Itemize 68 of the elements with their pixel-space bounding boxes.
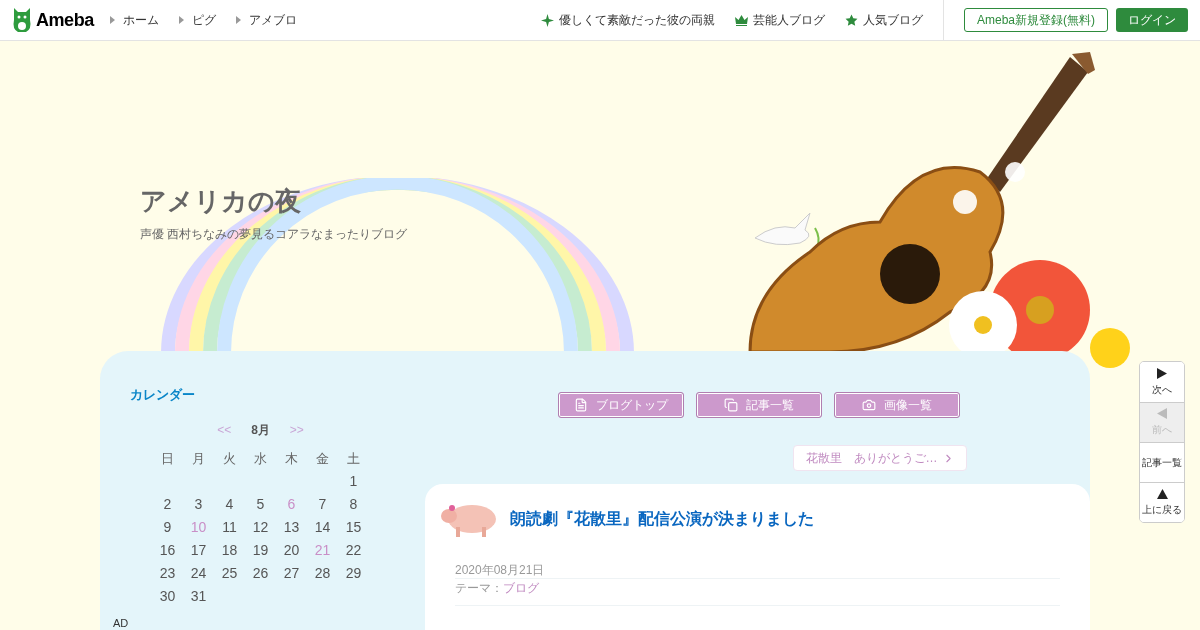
calendar-day: 5	[245, 492, 276, 516]
calendar-day: 18	[214, 538, 245, 562]
document-icon	[574, 398, 588, 412]
caret-icon	[109, 16, 115, 24]
breadcrumb-link[interactable]: ホーム	[122, 11, 159, 29]
calendar-day: 26	[245, 561, 276, 585]
calendar-day: 2	[152, 492, 183, 516]
next-entry-link[interactable]: 花散里 ありがとうご…	[793, 445, 967, 471]
caret-icon	[178, 16, 184, 24]
calendar-day: 17	[183, 538, 214, 562]
calendar-day: 15	[338, 515, 369, 539]
sparkle-icon	[541, 13, 554, 27]
header-link[interactable]: 人気ブログ	[845, 11, 923, 29]
weekday-label: 月	[191, 449, 206, 468]
calendar-day: 22	[338, 538, 369, 562]
breadcrumb-link[interactable]: ピグ	[191, 11, 216, 29]
calendar-day: 7	[307, 492, 338, 516]
calendar-day: 24	[183, 561, 214, 585]
logo-text[interactable]: Ameba	[36, 6, 94, 34]
calendar-day: 16	[152, 538, 183, 562]
weekday-label: 日	[160, 449, 175, 468]
calendar-day: 11	[214, 515, 245, 539]
calendar-day: 4	[214, 492, 245, 516]
article-date: 2020年08月21日	[455, 563, 1060, 579]
calendar-day: 29	[338, 561, 369, 585]
weekday-label: 木	[284, 449, 299, 468]
calendar-day: 8	[338, 492, 369, 516]
calendar-day: 31	[183, 584, 214, 608]
calendar-day: 23	[152, 561, 183, 585]
play-icon	[1157, 367, 1167, 379]
breadcrumb-link[interactable]: アメブロ	[248, 11, 297, 29]
weekday-label: 土	[346, 449, 361, 468]
blog-title[interactable]: アメリカの夜	[140, 182, 408, 221]
weekday-label: 火	[222, 449, 237, 468]
blog-description: 声優 西村ちなみの夢見るコアラなまったりブログ	[140, 226, 408, 243]
back-triangle-icon	[1157, 408, 1167, 419]
calendar-day: 25	[214, 561, 245, 585]
calendar-day: 12	[245, 515, 276, 539]
article-title[interactable]: 朗読劇『花散里』配信公演が決まりました	[510, 507, 814, 531]
calendar-day: 9	[152, 515, 183, 539]
caret-icon	[235, 16, 241, 24]
camera-icon	[862, 398, 876, 412]
header-link[interactable]: 優しくて素敵だった彼の両親	[541, 11, 715, 29]
calendar-day: 19	[245, 538, 276, 562]
calendar-month: 8月	[251, 421, 270, 439]
up-triangle-icon	[1156, 488, 1168, 499]
header-link[interactable]: 芸能人ブログ	[735, 11, 825, 29]
calendar-day: 13	[276, 515, 307, 539]
side-nav-button[interactable]: 上に戻る	[1140, 482, 1184, 522]
theme-link[interactable]: ブログ	[503, 579, 539, 597]
ad-label: AD	[113, 617, 130, 629]
star-icon	[845, 13, 858, 27]
weekday-label: 水	[253, 449, 268, 468]
mascot-logo-icon[interactable]	[12, 7, 32, 33]
calendar-heading: カレンダー	[130, 386, 196, 404]
register-button[interactable]: Ameba新規登録(無料)	[964, 8, 1108, 32]
pages-icon	[724, 398, 738, 412]
calendar-day: 1	[338, 469, 369, 493]
calendar-day: 27	[276, 561, 307, 585]
login-button[interactable]: ログイン	[1116, 8, 1188, 32]
calendar-day: 30	[152, 584, 183, 608]
crown-icon	[735, 14, 748, 26]
calendar-day: 28	[307, 561, 338, 585]
calendar-day: 3	[183, 492, 214, 516]
theme-label: テーマ：	[455, 580, 503, 597]
weekday-label: 金	[315, 449, 330, 468]
calendar-day: 20	[276, 538, 307, 562]
calendar-day: 14	[307, 515, 338, 539]
